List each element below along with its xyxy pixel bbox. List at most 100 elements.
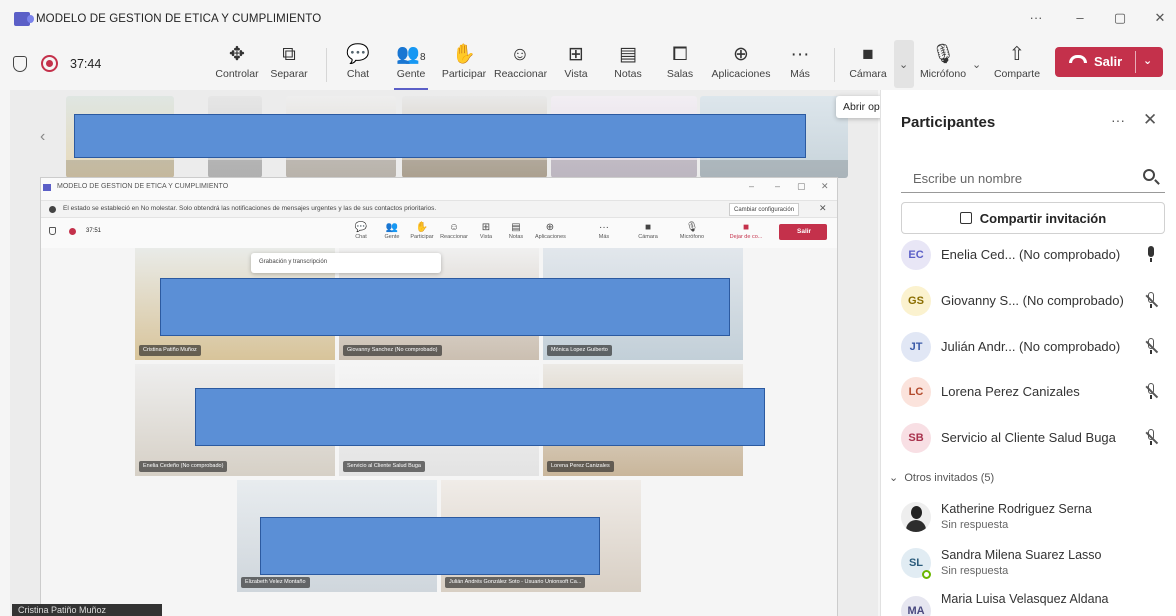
shield-icon — [49, 227, 56, 235]
control-button[interactable]: ✥ Controlar — [214, 42, 260, 88]
search-icon — [1143, 169, 1155, 181]
microphone-icon: 🎙 — [930, 44, 956, 65]
other-guests-header[interactable]: ⌄ Otros invitados (5) — [889, 471, 994, 484]
chevron-left-icon[interactable]: ‹ — [40, 128, 45, 146]
inner-more: ··· Más — [598, 222, 610, 240]
mic-muted-icon — [1143, 292, 1159, 310]
raise-hand-button[interactable]: ✋ Participar — [440, 42, 488, 88]
share-button[interactable]: ⇧ Comparte — [992, 42, 1042, 88]
control-icon: ✥ — [229, 44, 245, 65]
rooms-icon: ⧠ — [672, 44, 688, 65]
notes-button[interactable]: ▤ Notas — [612, 42, 644, 88]
teams-logo-icon — [43, 184, 51, 191]
inner-stop-share: ■ Dejar de co... — [729, 222, 763, 240]
rooms-button[interactable]: ⧠ Salas — [664, 42, 696, 88]
participant-row[interactable]: EC Enelia Ced... (No comprobado) — [901, 238, 1165, 272]
recording-icon — [69, 228, 76, 235]
participant-row[interactable]: GS Giovanny S... (No comprobado) — [901, 284, 1165, 318]
minimize-icon: – — [775, 181, 781, 191]
avatar: LC — [901, 377, 931, 407]
smile-icon: ☺ — [510, 44, 530, 65]
redaction-box — [195, 388, 765, 446]
apps-button[interactable]: ⊕ Aplicaciones — [710, 42, 772, 88]
participant-row[interactable]: JT Julián Andr... (No comprobado) — [901, 330, 1165, 364]
available-status-icon — [922, 570, 931, 579]
react-button[interactable]: ☺ Reaccionar — [494, 42, 547, 88]
inner-camera: ■ Cámara — [638, 222, 658, 240]
meeting-toolbar: 37:44 ✥ Controlar ⧉ Separar 💬 Chat 👥8 Ge… — [0, 38, 1176, 90]
inner-apps: ⊕ Aplicaciones — [535, 222, 566, 240]
avatar: MA — [901, 596, 931, 616]
inner-timer: 37:51 — [86, 228, 102, 234]
toolbar-divider — [326, 48, 327, 82]
recording-popup: Grabación y transcripción — [251, 253, 441, 273]
inner-notes: ▤ Notas — [508, 222, 524, 240]
shield-icon — [13, 56, 27, 72]
redaction-box — [160, 278, 730, 336]
leave-button[interactable]: Salir ⌄ — [1055, 47, 1163, 77]
close-icon[interactable]: ✕ — [1143, 110, 1157, 130]
avatar: JT — [901, 332, 931, 362]
share-invite-button[interactable]: Compartir invitación — [901, 202, 1165, 234]
teams-logo-icon — [14, 12, 34, 26]
more-icon: ··· — [790, 44, 810, 65]
chevron-down-icon[interactable]: ⌄ — [972, 58, 981, 71]
minimize-icon: – — [749, 181, 755, 191]
inner-mic: 🎙 Micrófono — [679, 222, 705, 240]
close-icon: ✕ — [819, 203, 827, 213]
maximize-icon: ▢ — [797, 181, 806, 191]
chevron-down-icon: ⌄ — [889, 472, 899, 484]
inner-raise-hand: ✋ Participar — [410, 222, 434, 240]
participant-row[interactable]: LC Lorena Perez Canizales — [901, 375, 1165, 409]
teams-meeting-window: MODELO DE GESTION DE ETICA Y CUMPLIMIENT… — [0, 0, 1176, 616]
guest-row[interactable]: SL Sandra Milena Suarez Lasso Sin respue… — [901, 546, 1165, 586]
maximize-button[interactable]: ▢ — [1110, 10, 1130, 26]
meeting-stage: ‹ MODELO DE GESTION DE ETICA Y CUMPLIMIE… — [10, 90, 878, 616]
window-title: MODELO DE GESTION DE ETICA Y CUMPLIMIENT… — [36, 13, 322, 25]
inner-leave-button: Salir — [779, 224, 827, 240]
view-button[interactable]: ⊞ Vista — [560, 42, 592, 88]
apps-icon: ⊕ — [733, 44, 749, 65]
share-icon — [959, 212, 972, 224]
mic-muted-icon — [1143, 383, 1159, 401]
more-button[interactable]: ··· Más — [784, 42, 816, 88]
separate-button[interactable]: ⧉ Separar — [268, 42, 310, 88]
hand-icon: ✋ — [452, 44, 476, 65]
inner-view: ⊞ Vista — [479, 222, 493, 240]
panel-title: Participantes — [901, 114, 996, 131]
participant-row[interactable]: SB Servicio al Cliente Salud Buga — [901, 421, 1165, 455]
inner-toolbar: 37:51 💬 Chat 👥 Gente ✋ Participar ☺ Reaccion… — [41, 218, 837, 246]
guest-row[interactable]: Katherine Rodriguez Serna Sin respuesta — [901, 500, 1165, 540]
avatar — [901, 502, 931, 532]
inner-react: ☺ Reaccionar — [440, 222, 468, 240]
close-button[interactable]: ✕ — [1150, 10, 1170, 26]
people-button[interactable]: 👥8 Gente — [392, 42, 430, 90]
minimize-button[interactable]: – — [1070, 10, 1090, 25]
guest-row[interactable]: MA Maria Luisa Velasquez Aldana — [901, 590, 1165, 616]
inner-people: 👥 Gente — [384, 222, 400, 240]
share-icon: ⇧ — [1009, 44, 1025, 65]
microphone-icon — [1143, 246, 1159, 264]
more-options-icon[interactable]: ··· — [1111, 112, 1125, 128]
chevron-down-icon[interactable]: ⌄ — [1143, 54, 1152, 67]
camera-options-button[interactable]: ⌄ — [894, 40, 914, 88]
toolbar-divider — [834, 48, 835, 82]
recording-icon — [41, 55, 58, 72]
notes-icon: ▤ — [619, 44, 637, 65]
phone-hangup-icon — [1069, 55, 1087, 63]
inner-chat: 💬 Chat — [354, 222, 368, 240]
more-options-icon[interactable]: ··· — [1026, 10, 1046, 25]
mic-muted-icon — [1143, 429, 1159, 447]
camera-icon: ■ — [862, 44, 874, 65]
chat-icon: 💬 — [346, 44, 370, 65]
people-icon: 👥8 — [396, 44, 426, 65]
dnd-notice: El estado se estableció en No molestar. … — [41, 200, 837, 218]
avatar: EC — [901, 240, 931, 270]
camera-button[interactable]: ■ Cámara — [848, 42, 888, 88]
people-count: 8 — [420, 52, 426, 63]
chat-button[interactable]: 💬 Chat — [342, 42, 374, 88]
participant-search-input[interactable]: Escribe un nombre — [901, 163, 1165, 193]
meeting-timer: 37:44 — [70, 57, 102, 71]
dnd-icon — [49, 206, 56, 213]
microphone-button[interactable]: 🎙 Micrófono — [918, 42, 968, 88]
